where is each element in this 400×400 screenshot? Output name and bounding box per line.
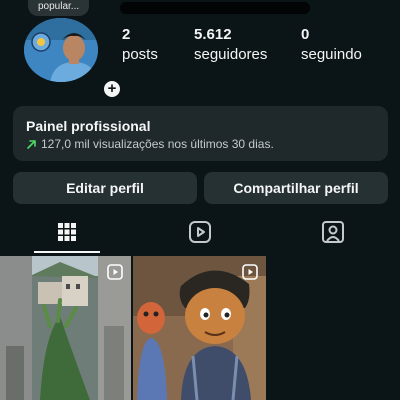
tab-reels[interactable]: [133, 212, 266, 252]
trend-up-arrow-icon: [27, 139, 36, 149]
note-bubble[interactable]: popular...: [28, 0, 90, 16]
avatar-container[interactable]: +: [24, 18, 122, 99]
stat-posts-label: posts: [122, 46, 158, 63]
add-story-button[interactable]: +: [102, 79, 122, 99]
grid-icon: [57, 223, 76, 241]
post-tile[interactable]: [133, 256, 266, 400]
tab-grid[interactable]: [0, 212, 133, 252]
stat-followers-label: seguidores: [194, 46, 268, 63]
panel-title: Painel profissional: [26, 118, 151, 134]
note-text: popular...: [38, 1, 80, 12]
redacted-username: [120, 2, 310, 14]
reels-icon: [188, 221, 211, 243]
stat-following-label: seguindo: [301, 46, 362, 63]
stat-following-number: 0: [301, 26, 310, 43]
panel-subtitle: 127,0 mil visualizações nos últimos 30 d…: [41, 137, 274, 151]
stat-followers[interactable]: 5.612 seguidores: [194, 26, 267, 64]
stat-posts[interactable]: 2 posts: [122, 26, 158, 64]
edit-profile-button[interactable]: Editar perfil: [13, 172, 197, 204]
post-tile[interactable]: [0, 256, 131, 400]
stat-following[interactable]: 0 seguindo: [301, 26, 362, 64]
reel-badge-icon: [242, 264, 258, 280]
stat-followers-number: 5.612: [194, 26, 232, 43]
share-profile-button[interactable]: Compartilhar perfil: [204, 172, 388, 204]
active-tab-indicator: [34, 251, 100, 253]
avatar[interactable]: [24, 18, 98, 82]
professional-dashboard[interactable]: Painel profissional 127,0 mil visualizaç…: [13, 106, 388, 161]
reel-badge-icon: [107, 264, 123, 280]
tab-tagged[interactable]: [266, 212, 399, 252]
tagged-icon: [321, 221, 344, 243]
stat-posts-number: 2: [122, 26, 131, 43]
